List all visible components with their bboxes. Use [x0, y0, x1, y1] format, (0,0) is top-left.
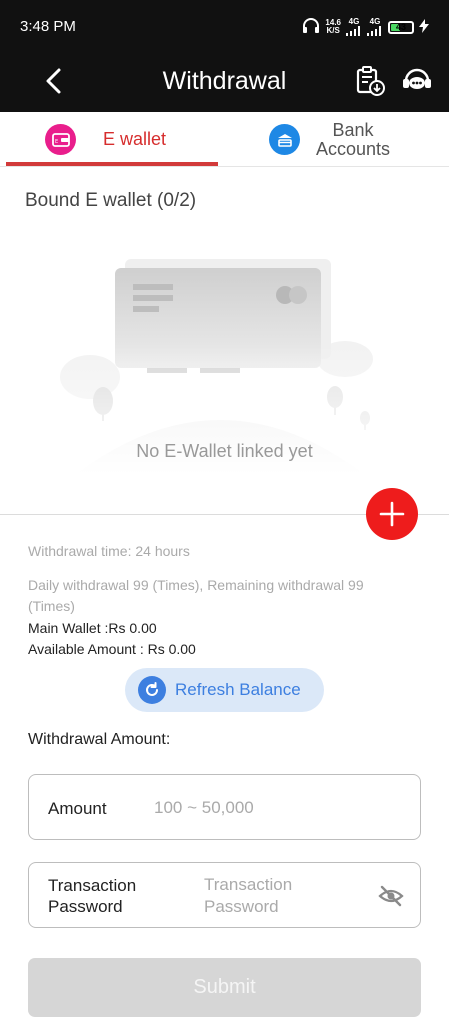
available-amount: Available Amount : Rs 0.00 — [28, 641, 196, 657]
plus-icon — [379, 501, 405, 527]
amount-label: Amount — [48, 799, 107, 818]
charging-icon — [419, 19, 429, 35]
transaction-password-field: Transaction Password — [28, 862, 421, 928]
chat-support-icon — [403, 68, 431, 89]
withdrawal-time: Withdrawal time: 24 hours — [28, 543, 190, 559]
transaction-password-label: Transaction Password — [48, 875, 168, 917]
app-header: Withdrawal — [0, 50, 449, 112]
battery-level: 43 — [395, 22, 406, 32]
daily-withdrawal-line2: (Times) — [28, 598, 75, 614]
refresh-icon — [138, 676, 166, 704]
eye-off-icon[interactable] — [377, 882, 405, 910]
tab-bar: E E wallet Bank Accounts — [0, 112, 449, 167]
network-speed: 14.6 K/S — [325, 19, 341, 35]
net-type-2: 4G — [369, 17, 381, 26]
withdrawal-amount-title: Withdrawal Amount: — [28, 731, 171, 748]
tab-bank-label-line2: Accounts — [316, 138, 391, 159]
status-time: 3:48 PM — [20, 18, 76, 35]
main-wallet-balance: Main Wallet :Rs 0.00 — [28, 620, 157, 636]
signal-1: 4G — [346, 18, 362, 36]
status-bar: 3:48 PM 14.6 K/S 4G 4G 43 — [0, 0, 449, 50]
empty-wallet-message: No E-Wallet linked yet — [136, 441, 313, 461]
svg-text:E: E — [55, 139, 58, 145]
transaction-password-input[interactable] — [204, 874, 364, 918]
password-label-line2: Password — [48, 897, 123, 916]
signal-bars-icon — [346, 26, 360, 36]
tab-bank-label-line1: Bank — [332, 119, 374, 140]
clipboard-download-icon — [356, 66, 385, 96]
status-icons: 14.6 K/S 4G 4G 43 — [302, 16, 429, 38]
submit-button[interactable]: Submit — [28, 958, 421, 1017]
headphones-icon — [302, 18, 320, 36]
tab-e-wallet-label: E wallet — [103, 129, 167, 149]
password-label-line1: Transaction — [48, 876, 137, 895]
wallet-icon: E — [45, 124, 76, 155]
withdrawal-record-button[interactable] — [353, 64, 387, 98]
active-tab-indicator — [6, 162, 218, 166]
amount-field: Amount — [28, 774, 421, 840]
add-e-wallet-button[interactable] — [366, 488, 418, 540]
refresh-balance-button[interactable]: Refresh Balance — [125, 668, 324, 712]
tab-bank-accounts[interactable]: Bank Accounts — [222, 112, 449, 167]
daily-withdrawal-line1: Daily withdrawal 99 (Times), Remaining w… — [28, 577, 364, 593]
tab-e-wallet[interactable]: E E wallet — [6, 112, 218, 167]
net-type-1: 4G — [348, 17, 360, 26]
signal-bars-icon — [367, 26, 381, 36]
network-speed-unit: K/S — [326, 26, 340, 35]
battery-icon: 43 — [388, 20, 414, 34]
customer-support-button[interactable] — [400, 64, 434, 98]
refresh-balance-label: Refresh Balance — [175, 680, 301, 699]
amount-input[interactable] — [154, 795, 394, 821]
bank-card-icon — [269, 124, 300, 155]
bound-wallet-title: Bound E wallet (0/2) — [25, 190, 197, 211]
signal-2: 4G — [367, 18, 383, 36]
tab-bank-accounts-label: Bank Accounts — [316, 119, 391, 159]
